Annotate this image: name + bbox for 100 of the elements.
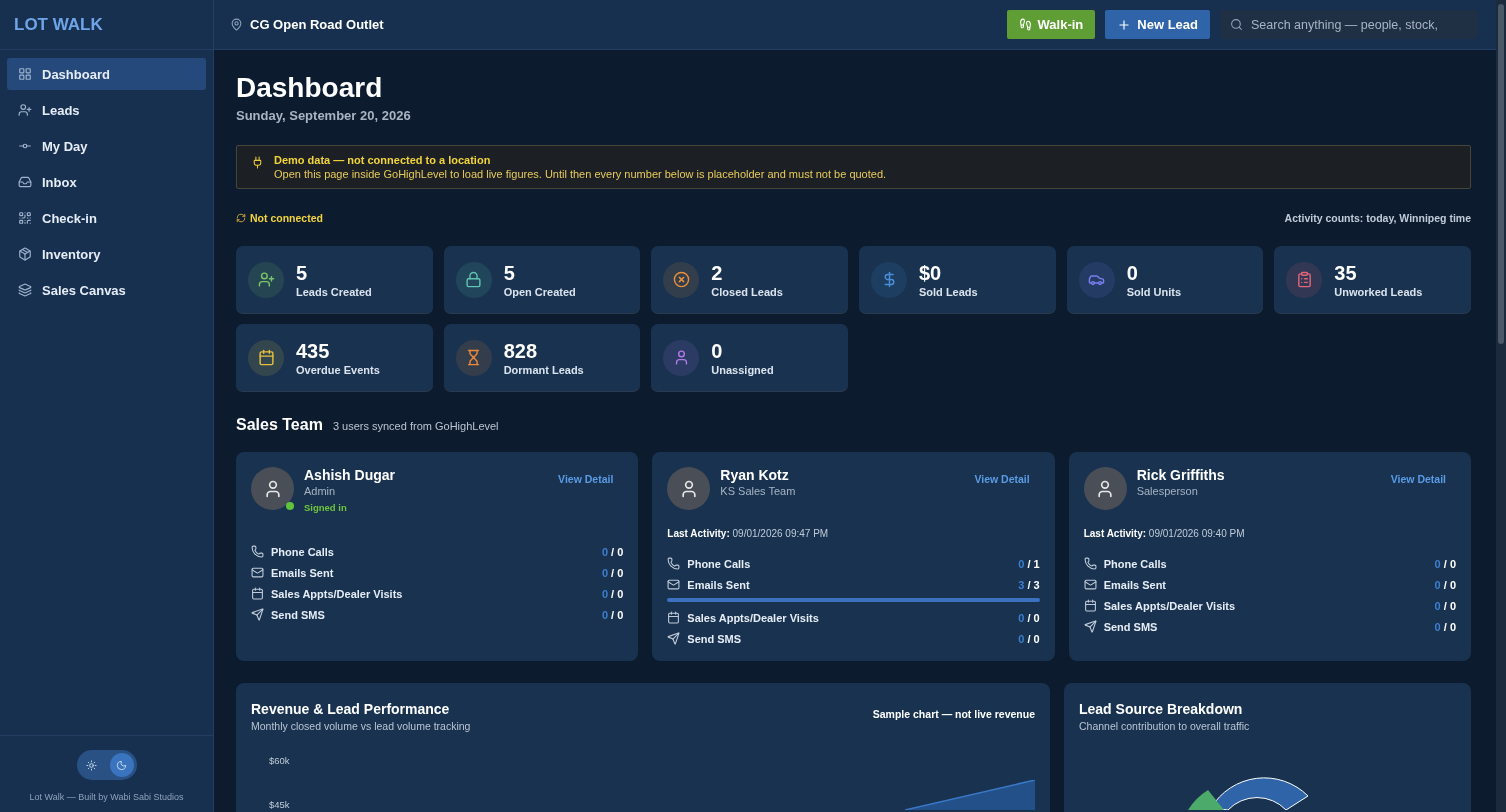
stat-value: 828	[503, 339, 539, 363]
member-role: KS Sales Team	[720, 485, 796, 497]
metric-value: 0 / 0	[601, 587, 624, 600]
page-date: Sunday, September 20, 2026	[236, 108, 412, 123]
panel-title: Revenue & Lead Performance	[251, 701, 451, 717]
stat-value: 435	[296, 339, 331, 363]
last-activity: Last Activity: 09/01/2026 09:47 PM	[667, 528, 830, 539]
footer-text: Lot Walk — Built by Wabi Sabi Studios	[29, 792, 184, 802]
stat-value: $0	[919, 261, 943, 285]
member-name: Ryan Kotz	[720, 467, 790, 483]
metric-value: 0 / 0	[1434, 620, 1456, 633]
send-icon	[1083, 620, 1097, 633]
sidebar-item[interactable]: Leads	[7, 94, 206, 126]
theme-toggle[interactable]	[76, 750, 137, 780]
map-pin-icon	[230, 18, 243, 31]
calendar-icon	[251, 587, 264, 600]
sidebar-item[interactable]: My Day	[7, 130, 206, 162]
panel-subtitle: Monthly closed volume vs lead volume tracking	[251, 720, 471, 732]
stat-value: 0	[711, 339, 724, 363]
signed-in-status: Signed in	[304, 502, 348, 513]
metric-value: 0 / 0	[601, 545, 624, 558]
metric-label: Emails Sent	[687, 578, 751, 591]
stat-value: 2	[711, 261, 724, 285]
stat-label: Open Created	[503, 285, 576, 298]
phone-icon	[667, 557, 681, 570]
member-role: Admin	[304, 485, 337, 497]
metric-value: 0 / 0	[1434, 557, 1456, 570]
metric-label: Emails Sent	[271, 566, 335, 579]
connection-status: Not connected	[250, 212, 323, 224]
stat-label: Sold Units	[1126, 285, 1182, 298]
sidebar-item[interactable]: Inbox	[7, 166, 206, 198]
stat-label: Dormant Leads	[503, 363, 584, 376]
axis-label: $60k	[269, 755, 291, 766]
moon-icon	[116, 759, 127, 771]
sidebar-item[interactable]: Dashboard	[7, 58, 206, 90]
view-detail-link[interactable]: View Detail	[974, 473, 1030, 485]
metric-value: 0 / 0	[1018, 632, 1040, 645]
member-name: Rick Griffiths	[1136, 467, 1225, 483]
metric-label: Send SMS	[687, 632, 743, 645]
stat-label: Unassigned	[711, 363, 774, 376]
metric-label: Phone Calls	[271, 545, 335, 558]
footprints-icon	[1018, 18, 1032, 31]
calendar-icon	[667, 611, 681, 624]
axis-label: $45k	[269, 799, 291, 810]
search-field[interactable]: Search anything — people, stock,	[1220, 10, 1478, 39]
sun-icon	[86, 759, 97, 771]
stat-value: 0	[1126, 261, 1139, 285]
location-name: CG Open Road Outlet	[250, 17, 384, 32]
metric-label: Sales Appts/Dealer Visits	[1103, 599, 1237, 612]
metric-value: 0 / 0	[1434, 578, 1456, 591]
view-detail-link[interactable]: View Detail	[558, 473, 614, 485]
phone-icon	[1083, 557, 1097, 570]
metric-label: Sales Appts/Dealer Visits	[271, 587, 404, 600]
sidebar-item[interactable]: Inventory	[7, 238, 206, 270]
section-title: Sales Team	[236, 416, 323, 434]
metric-label: Emails Sent	[1103, 578, 1167, 591]
activity-note: Activity counts: today, Winnipeg time	[1284, 212, 1471, 224]
new-lead-button[interactable]: New Lead	[1105, 10, 1210, 39]
mail-icon	[1083, 578, 1097, 591]
stat-label: Sold Leads	[919, 285, 978, 298]
search-icon	[1230, 18, 1243, 31]
metric-value: 0 / 0	[1018, 611, 1040, 624]
stat-label: Overdue Events	[296, 363, 380, 376]
brand-logo: LOT WALK	[0, 0, 213, 50]
metric-label: Send SMS	[1103, 620, 1159, 633]
stat-value: 5	[503, 261, 516, 285]
panel-subtitle: Channel contribution to overall traffic	[1079, 720, 1251, 732]
metric-value: 0 / 0	[601, 566, 624, 579]
user-plus-icon	[18, 103, 32, 117]
qr-code-icon	[18, 211, 32, 225]
metric-value: 3 / 3	[1018, 578, 1040, 591]
send-icon	[251, 608, 264, 621]
member-name: Ashish Dugar	[304, 467, 395, 483]
metric-label: Phone Calls	[687, 557, 752, 570]
stat-value: 35	[1334, 261, 1358, 285]
layers-icon	[18, 283, 32, 297]
sidebar-item[interactable]: Sales Canvas	[7, 274, 206, 306]
sidebar-item[interactable]: Check-in	[7, 202, 206, 234]
box-icon	[18, 247, 32, 261]
metric-label: Phone Calls	[1103, 557, 1168, 570]
last-activity: Last Activity: 09/01/2026 09:40 PM	[1083, 528, 1246, 539]
phone-icon	[251, 545, 264, 558]
banner-text: Open this page inside GoHighLevel to load live figures. Until then every number below is placeholder and must not be quoted.	[274, 168, 887, 180]
plus-icon	[1117, 17, 1132, 32]
grid-icon	[18, 67, 32, 81]
view-detail-link[interactable]: View Detail	[1390, 473, 1446, 485]
refresh-icon	[236, 213, 246, 223]
stat-label: Leads Created	[296, 285, 372, 298]
plug-icon	[251, 156, 264, 169]
chart-note: Sample chart — not live revenue	[872, 708, 1035, 720]
stat-label: Unworked Leads	[1334, 285, 1423, 298]
calendar-icon	[1083, 599, 1097, 612]
metric-label: Sales Appts/Dealer Visits	[687, 611, 820, 624]
mail-icon	[667, 578, 681, 591]
panel-title: Lead Source Breakdown	[1079, 701, 1244, 717]
mail-icon	[251, 566, 264, 579]
page-title: Dashboard	[236, 72, 384, 104]
metric-value: 0 / 0	[1434, 599, 1456, 612]
inbox-icon	[18, 175, 32, 189]
metric-value: 0 / 1	[1018, 557, 1040, 570]
